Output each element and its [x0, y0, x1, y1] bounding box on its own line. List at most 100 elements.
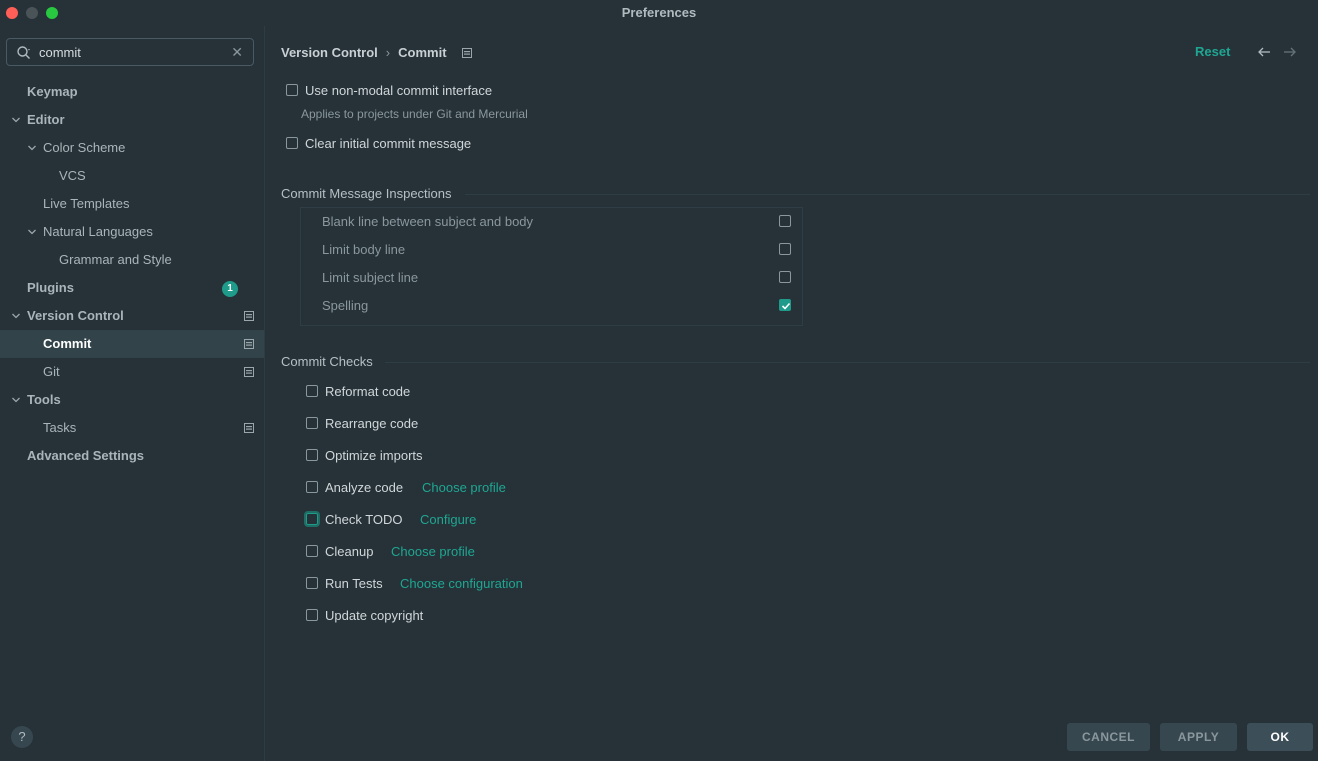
- ok-button[interactable]: OK: [1247, 723, 1313, 751]
- close-window-button[interactable]: [6, 7, 18, 19]
- inspection-checkbox-blank-line-between-subject-and-body[interactable]: [779, 215, 791, 227]
- inspection-checkbox-limit-body-line[interactable]: [779, 243, 791, 255]
- help-button[interactable]: ?: [11, 726, 33, 748]
- clear-search-icon[interactable]: ✕: [231, 44, 243, 60]
- section-divider: [465, 194, 1310, 195]
- chevron-down-icon[interactable]: [27, 227, 37, 237]
- sidebar-item-grammar-and-style[interactable]: Grammar and Style: [0, 246, 264, 274]
- minimize-window-button[interactable]: [26, 7, 38, 19]
- check-label: Analyze code: [325, 480, 404, 495]
- check-label: Update copyright: [325, 608, 424, 623]
- project-level-icon: [244, 311, 254, 321]
- non-modal-label: Use non-modal commit interface: [305, 83, 493, 98]
- project-level-icon: [244, 367, 254, 377]
- sidebar-item-live-templates[interactable]: Live Templates: [0, 190, 264, 218]
- sidebar-item-vcs[interactable]: VCS: [0, 162, 264, 190]
- inspection-label: Limit subject line: [322, 270, 419, 285]
- inspection-checkbox-spelling[interactable]: [779, 299, 791, 311]
- sidebar-item-label: Tasks: [43, 420, 77, 435]
- check-link-cleanup[interactable]: Choose profile: [391, 544, 475, 559]
- check-link-check-todo[interactable]: Configure: [420, 512, 476, 527]
- sidebar-item-label: Editor: [27, 112, 65, 127]
- reset-link[interactable]: Reset: [1195, 44, 1230, 59]
- sidebar-item-label: Color Scheme: [43, 140, 126, 155]
- check-checkbox-optimize-imports[interactable]: [306, 449, 318, 461]
- chevron-down-icon[interactable]: [27, 143, 37, 153]
- check-label: Check TODO: [325, 512, 403, 527]
- non-modal-hint: Applies to projects under Git and Mercur…: [301, 107, 528, 121]
- sidebar-item-color-scheme[interactable]: Color Scheme: [0, 134, 264, 162]
- window-title: Preferences: [621, 5, 697, 20]
- chevron-down-icon[interactable]: [11, 395, 21, 405]
- check-label: Reformat code: [325, 384, 411, 399]
- sidebar: ✕ Keymap Editor Color Scheme VCS Live Templa…: [0, 26, 265, 761]
- breadcrumb-current: Commit: [398, 45, 447, 61]
- project-level-icon: [244, 339, 254, 349]
- sidebar-item-label: Git: [43, 364, 60, 379]
- inspection-label: Blank line between subject and body: [322, 214, 534, 229]
- breadcrumb: Version Control › Commit: [281, 44, 473, 61]
- sidebar-item-version-control[interactable]: Version Control: [0, 302, 264, 330]
- maximize-window-button[interactable]: [46, 7, 58, 19]
- sidebar-item-label: Keymap: [27, 84, 78, 99]
- sidebar-item-label: Advanced Settings: [27, 448, 145, 463]
- search-input[interactable]: [39, 43, 229, 61]
- title-bar: Preferences: [0, 0, 1318, 26]
- sidebar-item-tools[interactable]: Tools: [0, 386, 264, 414]
- cancel-button[interactable]: CANCEL: [1067, 723, 1150, 751]
- check-checkbox-rearrange-code[interactable]: [306, 417, 318, 429]
- search-icon: [17, 46, 30, 59]
- sidebar-item-tasks[interactable]: Tasks: [0, 414, 264, 442]
- sidebar-item-label: Plugins: [27, 280, 74, 295]
- check-label: Run Tests: [325, 576, 383, 591]
- search-box[interactable]: ✕: [6, 38, 254, 66]
- checkmark-icon: [781, 302, 791, 310]
- breadcrumb-separator: ›: [385, 45, 391, 61]
- check-checkbox-reformat-code[interactable]: [306, 385, 318, 397]
- check-checkbox-analyze-code[interactable]: [306, 481, 318, 493]
- project-level-icon: [244, 423, 254, 433]
- sidebar-item-git[interactable]: Git: [0, 358, 264, 386]
- breadcrumb-parent[interactable]: Version Control: [281, 45, 378, 60]
- clear-message-label: Clear initial commit message: [305, 136, 472, 151]
- sidebar-item-label: Version Control: [27, 308, 124, 323]
- project-level-icon: [462, 47, 473, 58]
- inspection-checkbox-limit-subject-line[interactable]: [779, 271, 791, 283]
- non-modal-checkbox[interactable]: [286, 84, 298, 96]
- sidebar-item-keymap[interactable]: Keymap: [0, 78, 264, 106]
- sidebar-item-editor[interactable]: Editor: [0, 106, 264, 134]
- sidebar-item-advanced-settings[interactable]: Advanced Settings: [0, 442, 264, 470]
- sidebar-item-label: Live Templates: [43, 196, 130, 211]
- sidebar-item-label: Natural Languages: [43, 224, 153, 239]
- main-panel: Version Control › Commit Reset Use non-mod…: [265, 26, 1318, 761]
- inspections-title: Commit Message Inspections: [281, 186, 452, 201]
- clear-message-checkbox[interactable]: [286, 137, 298, 149]
- sidebar-item-natural-languages[interactable]: Natural Languages: [0, 218, 264, 246]
- check-checkbox-update-copyright[interactable]: [306, 609, 318, 621]
- sidebar-item-plugins[interactable]: Plugins 1: [0, 274, 264, 302]
- sidebar-item-label: VCS: [59, 168, 86, 183]
- check-label: Cleanup: [325, 544, 374, 559]
- chevron-down-icon[interactable]: [11, 115, 21, 125]
- check-checkbox-check-todo[interactable]: [306, 513, 318, 525]
- chevron-down-icon[interactable]: [11, 311, 21, 321]
- check-label: Optimize imports: [325, 448, 423, 463]
- sidebar-item-commit[interactable]: Commit: [0, 330, 264, 358]
- check-link-analyze-code[interactable]: Choose profile: [422, 480, 506, 495]
- check-checkbox-run-tests[interactable]: [306, 577, 318, 589]
- inspection-label: Limit body line: [322, 242, 406, 257]
- back-arrow-icon[interactable]: [1257, 45, 1271, 59]
- forward-arrow-icon[interactable]: [1283, 45, 1297, 59]
- apply-button[interactable]: APPLY: [1160, 723, 1237, 751]
- section-divider: [385, 362, 1310, 363]
- sidebar-item-label: Commit: [43, 336, 92, 351]
- check-label: Rearrange code: [325, 416, 419, 431]
- inspection-label: Spelling: [322, 298, 369, 313]
- check-checkbox-cleanup[interactable]: [306, 545, 318, 557]
- settings-tree: Keymap Editor Color Scheme VCS Live Template…: [0, 78, 264, 470]
- sidebar-item-label: Tools: [27, 392, 61, 407]
- check-link-run-tests[interactable]: Choose configuration: [400, 576, 523, 591]
- plugin-update-badge: 1: [222, 281, 238, 297]
- sidebar-item-label: Grammar and Style: [59, 252, 172, 267]
- checks-title: Commit Checks: [281, 354, 373, 369]
